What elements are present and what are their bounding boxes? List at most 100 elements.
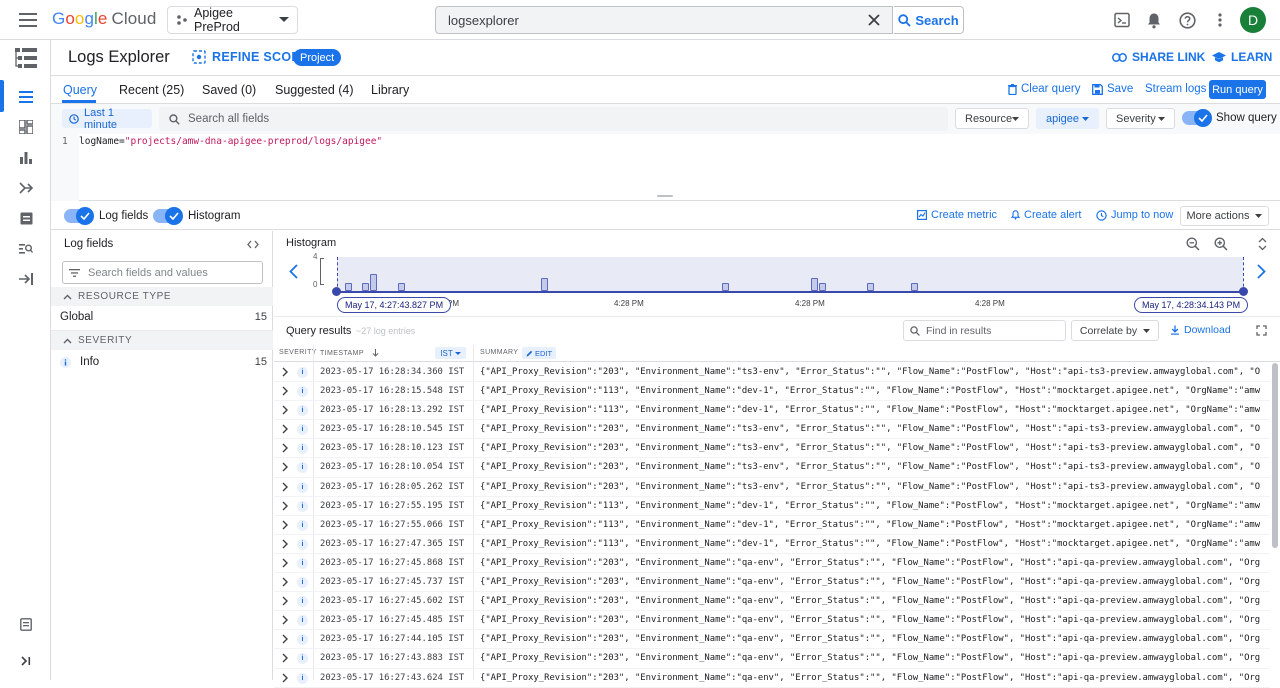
resource-type-section-header[interactable]: RESOURCE TYPE — [51, 287, 273, 306]
table-row[interactable]: i 2023-05-17 16:27:45.485 IST {"API_Proxy_… — [274, 611, 1270, 631]
table-row[interactable]: i 2023-05-17 16:28:05.262 IST {"API_Proxy_… — [274, 478, 1270, 497]
release-notes-icon[interactable] — [17, 615, 35, 633]
clear-query-button[interactable]: Clear query — [1008, 83, 1080, 95]
histogram-bar[interactable] — [345, 282, 353, 291]
table-row[interactable]: i 2023-05-17 16:28:34.360 IST {"API_Proxy_… — [274, 363, 1270, 383]
table-row[interactable]: i 2023-05-17 16:27:45.602 IST {"API_Proxy_… — [274, 592, 1270, 612]
search-fields-input[interactable]: Search fields and values — [62, 261, 263, 284]
show-query-toggle[interactable]: Show query — [1182, 109, 1277, 127]
col-timestamp-header[interactable]: TIMESTAMP — [320, 349, 379, 357]
project-picker[interactable]: Apigee PreProd — [167, 6, 298, 34]
download-button[interactable]: Download — [1170, 324, 1231, 336]
expand-row-chevron-icon[interactable] — [281, 462, 291, 472]
timezone-dropdown[interactable]: IST — [435, 347, 466, 359]
range-end-label[interactable]: May 17, 4:28:34.143 PM — [1134, 297, 1249, 313]
collapse-histogram-icon[interactable] — [1254, 236, 1270, 252]
histogram-bar[interactable] — [540, 278, 548, 291]
expand-row-chevron-icon[interactable] — [281, 501, 291, 511]
find-in-results-input[interactable]: Find in results — [903, 320, 1066, 341]
table-row[interactable]: i 2023-05-17 16:28:10.054 IST {"API_Proxy_… — [274, 458, 1270, 478]
learn-button[interactable]: LEARN — [1212, 50, 1272, 64]
table-row[interactable]: i 2023-05-17 16:27:45.737 IST {"API_Proxy_… — [274, 573, 1270, 593]
range-end-handle[interactable] — [1239, 287, 1248, 296]
tab-saved[interactable]: Saved (0) — [202, 83, 256, 97]
expand-row-chevron-icon[interactable] — [281, 596, 291, 606]
histogram-bar[interactable] — [722, 282, 730, 291]
expand-row-chevron-icon[interactable] — [281, 539, 291, 549]
histogram-next-icon[interactable] — [1254, 263, 1268, 279]
log-fields-toggle[interactable]: Log fields — [64, 207, 148, 225]
log-analytics-nav-icon[interactable] — [17, 149, 35, 167]
logging-product-icon[interactable] — [15, 47, 37, 69]
account-avatar[interactable]: D — [1240, 7, 1266, 33]
histogram-bar[interactable] — [867, 282, 874, 291]
table-row[interactable]: i 2023-05-17 16:27:55.066 IST {"API_Proxy_… — [274, 516, 1270, 535]
expand-row-chevron-icon[interactable] — [281, 424, 291, 434]
zoom-out-icon[interactable] — [1185, 236, 1201, 252]
apigee-filter-dropdown[interactable]: apigee — [1036, 108, 1099, 129]
table-row[interactable]: i 2023-05-17 16:28:13.292 IST {"API_Proxy_… — [274, 401, 1270, 421]
histogram-bar[interactable] — [810, 278, 818, 291]
table-row[interactable]: i 2023-05-17 16:27:44.105 IST {"API_Proxy_… — [274, 630, 1270, 650]
global-search-input[interactable]: logsexplorer — [435, 6, 893, 34]
search-button[interactable]: Search — [894, 6, 964, 34]
search-all-fields-input[interactable]: Search all fields — [159, 107, 948, 131]
table-row[interactable]: i 2023-05-17 16:27:43.883 IST {"API_Proxy_… — [274, 649, 1270, 669]
expand-row-chevron-icon[interactable] — [281, 482, 291, 492]
expand-row-chevron-icon[interactable] — [281, 386, 291, 396]
table-row[interactable]: i 2023-05-17 16:27:55.195 IST {"API_Proxy_… — [274, 497, 1270, 516]
field-value-row[interactable]: Global 15 — [51, 306, 273, 328]
histogram-plot-area[interactable] — [337, 257, 1243, 291]
run-query-button[interactable]: Run query — [1209, 80, 1266, 99]
create-alert-button[interactable]: Create alert — [1011, 209, 1081, 221]
edit-summary-button[interactable]: EDIT — [522, 347, 556, 359]
range-start-handle[interactable] — [332, 287, 341, 296]
table-row[interactable]: i 2023-05-17 16:28:15.548 IST {"API_Proxy_… — [274, 382, 1270, 402]
expand-row-chevron-icon[interactable] — [281, 673, 291, 683]
create-metric-button[interactable]: Create metric — [917, 209, 997, 221]
col-severity-header[interactable]: SEVERITY — [279, 349, 317, 356]
severity-section-header[interactable]: SEVERITY — [51, 331, 273, 350]
table-row[interactable]: i 2023-05-17 16:27:45.868 IST {"API_Proxy_… — [274, 554, 1270, 574]
histogram-bar[interactable] — [818, 282, 826, 291]
stream-logs-button[interactable]: Stream logs — [1145, 83, 1206, 95]
table-row[interactable]: i 2023-05-17 16:27:47.365 IST {"API_Proxy_… — [274, 535, 1270, 554]
expand-row-chevron-icon[interactable] — [281, 653, 291, 663]
time-range-chip[interactable]: Last 1 minute — [62, 107, 152, 131]
expand-row-chevron-icon[interactable] — [281, 577, 291, 587]
main-menu-icon[interactable] — [16, 10, 40, 30]
tab-suggested[interactable]: Suggested (4) — [275, 83, 354, 97]
expand-row-chevron-icon[interactable] — [281, 520, 291, 530]
table-row[interactable]: i 2023-05-17 16:28:10.545 IST {"API_Proxy_… — [274, 420, 1270, 440]
log-search-nav-icon[interactable] — [17, 240, 35, 258]
expand-row-chevron-icon[interactable] — [281, 367, 291, 377]
range-start-label[interactable]: May 17, 4:27:43.827 PM — [337, 297, 452, 313]
jump-to-now-button[interactable]: Jump to now — [1096, 209, 1173, 221]
cloud-shell-icon[interactable] — [1113, 11, 1131, 29]
tab-recent[interactable]: Recent (25) — [119, 83, 184, 97]
severity-filter-dropdown[interactable]: Severity — [1106, 108, 1175, 129]
logs-storage-nav-icon[interactable] — [17, 209, 35, 227]
field-value-row[interactable]: Info 15 — [51, 351, 273, 373]
editor-resize-handle[interactable] — [657, 195, 673, 197]
expand-row-chevron-icon[interactable] — [281, 634, 291, 644]
table-row[interactable]: i 2023-05-17 16:28:10.123 IST {"API_Proxy_… — [274, 439, 1270, 459]
logs-explorer-nav-icon[interactable] — [17, 88, 35, 106]
share-link-button[interactable]: SHARE LINK — [1112, 50, 1205, 64]
expand-row-chevron-icon[interactable] — [281, 615, 291, 625]
histogram-bar[interactable] — [362, 282, 370, 291]
notifications-bell-icon[interactable] — [1145, 11, 1163, 29]
histogram-prev-icon[interactable] — [286, 263, 300, 279]
zoom-in-icon[interactable] — [1213, 236, 1229, 252]
expand-nav-icon[interactable] — [17, 652, 35, 670]
expand-row-chevron-icon[interactable] — [281, 405, 291, 415]
refine-scope-button[interactable]: REFINE SCOPE — [192, 50, 309, 64]
google-cloud-logo[interactable]: Google Cloud — [52, 9, 156, 29]
fullscreen-icon[interactable] — [1255, 324, 1267, 336]
code-brackets-icon[interactable] — [246, 237, 260, 251]
tab-library[interactable]: Library — [371, 83, 409, 97]
histogram-bar[interactable] — [911, 282, 919, 291]
help-icon[interactable] — [1178, 11, 1196, 29]
save-query-button[interactable]: Save — [1092, 83, 1133, 95]
log-router-nav-icon[interactable] — [17, 179, 35, 197]
